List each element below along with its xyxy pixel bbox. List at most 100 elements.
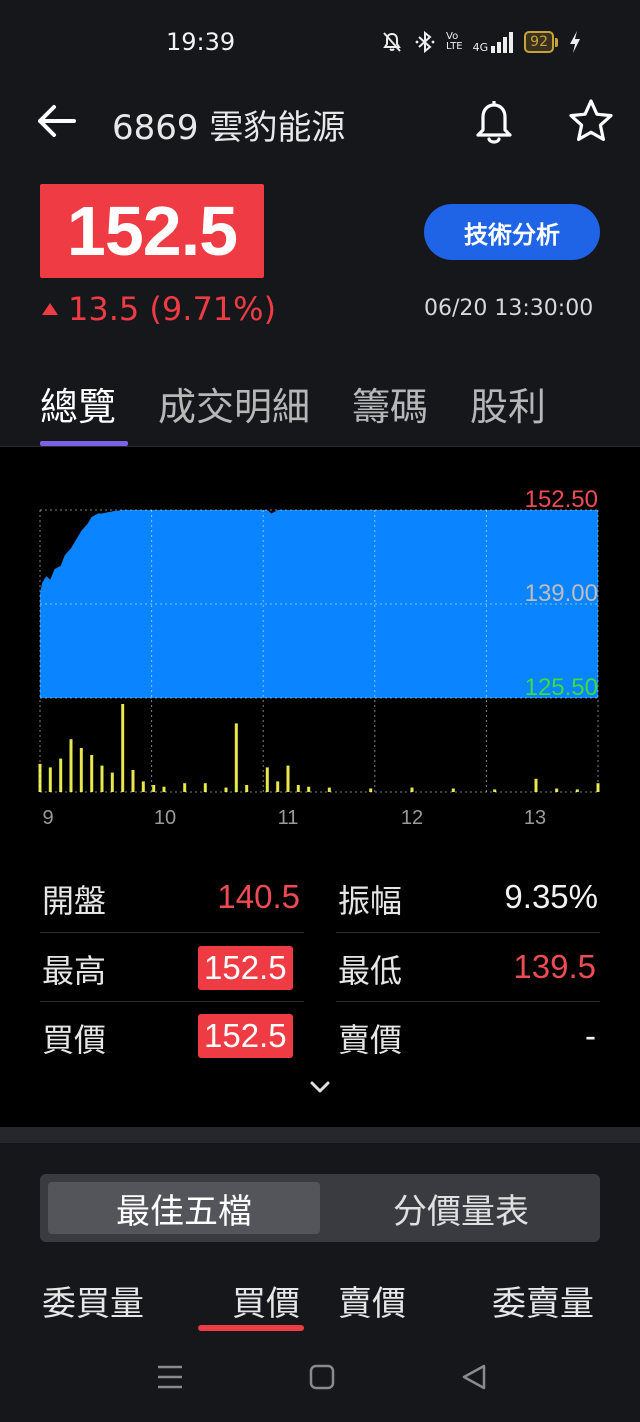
x-tick-label: 9 bbox=[42, 807, 53, 829]
volume-bar bbox=[203, 783, 207, 792]
volume-bar bbox=[110, 772, 114, 792]
mute-icon bbox=[383, 32, 401, 52]
low-label: 最低 bbox=[338, 952, 403, 990]
x-tick-label: 11 bbox=[278, 807, 299, 829]
high-label: 最高 bbox=[42, 952, 107, 990]
volume-bar bbox=[307, 786, 311, 792]
volume-bar bbox=[555, 788, 559, 792]
volte-icon: Vo LTE bbox=[446, 32, 463, 52]
menu-icon[interactable] bbox=[156, 1363, 184, 1391]
tab-trade-details[interactable]: 成交明細 bbox=[158, 376, 310, 431]
row-divider bbox=[40, 932, 304, 933]
volume-bar bbox=[162, 786, 166, 792]
network-type: 4G bbox=[472, 41, 489, 54]
row-divider bbox=[40, 1001, 304, 1002]
bid-label: 買價 bbox=[42, 1021, 107, 1059]
column-bid-volume: 委買量 bbox=[42, 1284, 144, 1324]
tab-overview[interactable]: 總覽 bbox=[40, 376, 116, 431]
x-tick-label: 12 bbox=[401, 807, 423, 829]
segment-price-volume[interactable]: 分價量表 bbox=[330, 1182, 592, 1234]
alert-button[interactable] bbox=[470, 96, 518, 146]
segment-best-five[interactable]: 最佳五檔 bbox=[48, 1182, 320, 1234]
x-tick-label: 10 bbox=[154, 807, 176, 829]
system-nav-bar bbox=[0, 1333, 640, 1422]
volume-bar bbox=[90, 755, 94, 792]
volume-bar bbox=[79, 748, 83, 792]
bell-icon bbox=[476, 101, 512, 144]
column-bid-price: 買價 bbox=[232, 1284, 300, 1324]
status-time: 19:39 bbox=[166, 28, 236, 56]
volume-bar bbox=[100, 765, 104, 792]
price-change: 13.5 (9.71%) bbox=[42, 290, 276, 328]
last-price: 152.5 bbox=[66, 192, 238, 270]
stock-title: 6869 雲豹能源 bbox=[112, 108, 346, 148]
x-tick-label: 13 bbox=[524, 807, 546, 829]
bid-value: 152.5 bbox=[198, 1014, 293, 1058]
nav-back-icon[interactable] bbox=[460, 1363, 488, 1391]
volume-bar bbox=[141, 781, 145, 792]
volume-bar bbox=[276, 781, 280, 792]
amplitude-value: 9.35% bbox=[504, 878, 598, 915]
back-arrow-icon bbox=[38, 105, 76, 137]
y-tick-label: 139.00 bbox=[525, 580, 598, 607]
volume-bar bbox=[69, 739, 73, 792]
ask-label: 賣價 bbox=[338, 1021, 403, 1059]
technical-analysis-button[interactable]: 技術分析 bbox=[424, 204, 600, 260]
volume-bar bbox=[183, 783, 187, 792]
order-book-segmented-control: 最佳五檔 分價量表 bbox=[40, 1174, 600, 1242]
tab-bar: 總覽 成交明細 籌碼 股利 bbox=[40, 376, 546, 431]
section-divider bbox=[0, 1127, 640, 1143]
amplitude-label: 振幅 bbox=[338, 882, 403, 920]
open-label: 開盤 bbox=[42, 882, 107, 920]
volume-bar bbox=[327, 787, 331, 792]
volume-bar bbox=[224, 787, 228, 792]
volume-bar bbox=[369, 788, 373, 792]
status-icons: Vo LTE 4G 92 bbox=[380, 26, 582, 58]
expand-button[interactable] bbox=[304, 1075, 336, 1103]
volume-bar bbox=[245, 785, 249, 792]
home-icon[interactable] bbox=[308, 1363, 336, 1391]
up-triangle-icon bbox=[42, 303, 58, 315]
bluetooth-icon bbox=[415, 30, 435, 54]
charging-icon bbox=[569, 31, 580, 53]
star-icon bbox=[569, 99, 613, 142]
column-ask-price: 賣價 bbox=[338, 1284, 406, 1324]
row-divider bbox=[336, 932, 600, 933]
quote-timestamp: 06/20 13:30:00 bbox=[424, 296, 594, 321]
favorite-button[interactable] bbox=[566, 96, 616, 146]
volume-bar bbox=[59, 758, 63, 792]
volume-bar bbox=[296, 785, 300, 792]
column-ask-volume: 委賣量 bbox=[492, 1284, 594, 1324]
y-tick-label: 125.50 bbox=[525, 674, 598, 701]
volume-bar bbox=[534, 778, 538, 792]
intraday-chart[interactable]: 152.50 139.00 125.50 9 10 11 12 13 bbox=[0, 447, 640, 847]
volume-bar bbox=[265, 767, 269, 792]
high-value: 152.5 bbox=[198, 946, 293, 990]
price-area-layer bbox=[40, 510, 598, 698]
ask-value: - bbox=[585, 1017, 596, 1054]
volume-bar bbox=[152, 785, 156, 792]
volume-bar bbox=[234, 723, 238, 792]
volume-bar bbox=[38, 763, 42, 792]
price-change-value: 13.5 (9.71%) bbox=[68, 290, 277, 328]
chevron-down-icon bbox=[310, 1081, 330, 1093]
bid-price-indicator bbox=[198, 1325, 304, 1331]
volume-bar bbox=[410, 787, 414, 792]
volume-bar bbox=[286, 765, 290, 792]
volume-bar bbox=[451, 788, 455, 792]
y-tick-label: 152.50 bbox=[525, 486, 598, 513]
volume-bar bbox=[131, 770, 135, 792]
tab-chips[interactable]: 籌碼 bbox=[352, 376, 428, 431]
battery-level: 92 bbox=[524, 31, 554, 53]
tab-dividend[interactable]: 股利 bbox=[470, 376, 546, 431]
open-value: 140.5 bbox=[217, 878, 300, 915]
price-area bbox=[40, 510, 598, 698]
last-price-box: 152.5 bbox=[40, 184, 264, 278]
back-button[interactable] bbox=[34, 98, 80, 144]
volume-bar bbox=[48, 767, 52, 792]
low-value: 139.5 bbox=[513, 948, 596, 985]
volume-bar bbox=[121, 704, 125, 792]
row-divider bbox=[336, 1001, 600, 1002]
signal-icon: 4G bbox=[473, 31, 515, 53]
volte-bottom: LTE bbox=[446, 41, 463, 52]
